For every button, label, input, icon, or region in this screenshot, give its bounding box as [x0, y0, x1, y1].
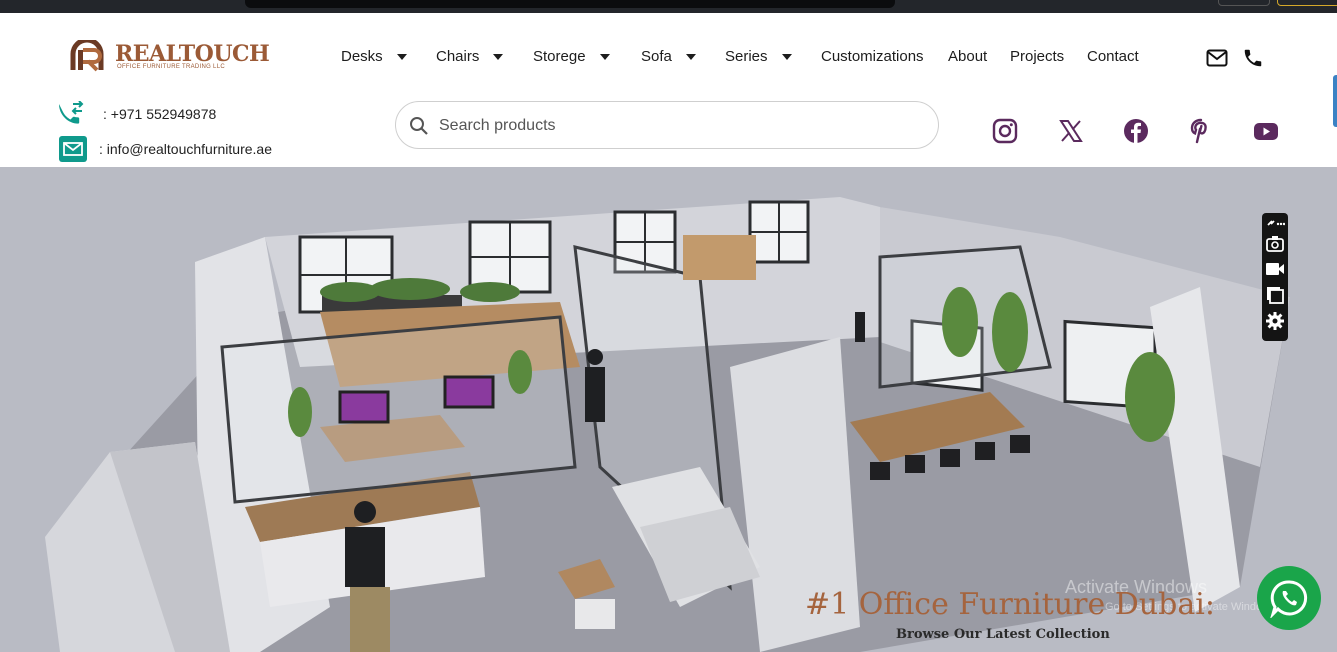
brand-tagline: OFFICE FURNITURE TRADING LLC [117, 64, 225, 70]
facebook-icon[interactable] [1123, 118, 1149, 144]
nav-item-customizations[interactable]: Customizations [821, 46, 924, 66]
chevron-down-icon [599, 54, 610, 60]
search-icon[interactable] [409, 116, 429, 136]
nav-item-contact[interactable]: Contact [1087, 46, 1139, 66]
nav-label: Storege [533, 47, 586, 65]
nav-item-desks[interactable]: Desks [341, 46, 407, 66]
link-icon[interactable] [1265, 215, 1285, 235]
nav-item-about[interactable]: About [948, 46, 987, 66]
whatsapp-chat-button[interactable] [1257, 566, 1321, 630]
nav-label: About [948, 47, 988, 65]
youtube-icon[interactable] [1253, 118, 1279, 144]
search-box[interactable] [395, 101, 939, 149]
contact-email[interactable]: : info@realtouchfurniture.ae [59, 136, 272, 162]
x-icon[interactable] [1058, 118, 1084, 144]
nav-item-chairs[interactable]: Chairs [436, 46, 504, 66]
nav-item-projects[interactable]: Projects [1010, 46, 1064, 66]
mail-icon [59, 136, 87, 162]
gear-icon[interactable] [1265, 311, 1285, 331]
nav-label: Series [725, 47, 768, 65]
nav-item-storege[interactable]: Storege [533, 46, 610, 66]
envelope-icon[interactable] [1206, 49, 1228, 67]
logo-mark-icon [70, 40, 104, 72]
chevron-down-icon [781, 54, 792, 60]
search-input[interactable] [439, 114, 919, 138]
browser-center-bar [245, 0, 895, 8]
nav-label: Projects [1010, 47, 1065, 65]
nav-label: Chairs [436, 47, 480, 65]
browser-button-highlighted[interactable] [1277, 0, 1337, 6]
copy-icon[interactable] [1265, 285, 1285, 305]
contact-phone-text: : +971 552949878 [103, 106, 217, 122]
browser-top-strip [0, 0, 1337, 13]
hero-subtitle: Browse Our Latest Collection [896, 627, 1110, 642]
contact-phone[interactable]: : +971 552949878 [57, 101, 216, 127]
phone-icon[interactable] [1242, 47, 1264, 69]
nav-label: Desks [341, 47, 383, 65]
brand-logo[interactable]: REALTOUCH OFFICE FURNITURE TRADING LLC [70, 40, 270, 76]
site-header: REALTOUCH OFFICE FURNITURE TRADING LLC D… [0, 13, 1337, 167]
hero-title: #1 Office Furniture Dubai: [805, 587, 1215, 622]
instagram-icon[interactable] [992, 118, 1018, 144]
nav-label: Sofa [641, 47, 672, 65]
whatsapp-icon [1270, 580, 1308, 618]
chevron-down-icon [493, 54, 504, 60]
hero-banner: Activate Windows Go to Settings to activ… [0, 167, 1337, 652]
chevron-down-icon [396, 54, 407, 60]
chevron-down-icon [685, 54, 696, 60]
nav-label: Customizations [821, 47, 924, 65]
pinterest-icon[interactable] [1188, 118, 1214, 144]
browser-button[interactable] [1218, 0, 1270, 6]
nav-item-sofa[interactable]: Sofa [641, 46, 696, 66]
side-feedback-tab[interactable] [1333, 75, 1337, 127]
floating-capture-toolbar [1262, 213, 1288, 341]
contact-email-text: : info@realtouchfurniture.ae [99, 141, 272, 157]
nav-label: Contact [1087, 47, 1139, 65]
camera-icon[interactable] [1265, 233, 1285, 253]
nav-item-series[interactable]: Series [725, 46, 792, 66]
phone-transfer-icon [59, 101, 84, 124]
video-icon[interactable] [1265, 259, 1285, 279]
